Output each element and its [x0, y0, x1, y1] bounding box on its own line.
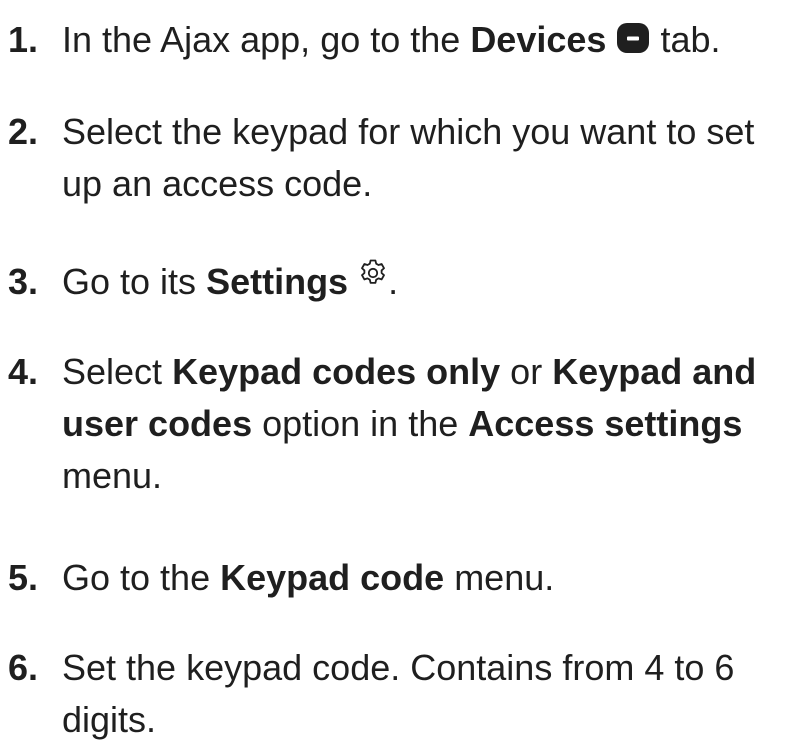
step-text-line: digits.: [62, 699, 157, 740]
step-text: Set the keypad code. Contains from 4 to …: [62, 642, 802, 746]
step-text-part: tab.: [650, 19, 721, 60]
access-settings-menu-name: Access settings: [468, 403, 743, 444]
step-text-line: Select the keypad for which you want to …: [62, 111, 755, 152]
step-text: Select the keypad for which you want to …: [62, 106, 802, 210]
step-text: Go to the Keypad code menu.: [62, 552, 802, 604]
step-number: 6.: [8, 647, 39, 688]
step-number: 2.: [8, 111, 39, 152]
step-number: 5.: [8, 557, 39, 598]
settings-name: Settings: [206, 261, 349, 302]
step-text-line: Set the keypad code. Contains from 4 to …: [62, 647, 735, 688]
step-number: 1.: [8, 19, 39, 60]
step-text-part: option in the: [252, 403, 469, 444]
gear-icon: [361, 259, 385, 284]
step-text-part: menu.: [62, 455, 163, 496]
keypad-code-menu-name: Keypad code: [220, 557, 445, 598]
devices-icon: [617, 23, 650, 53]
step-number: 3.: [8, 261, 39, 302]
option-keypad-and-user-codes: Keypad and: [552, 351, 757, 392]
step-text-line: up an access code.: [62, 163, 373, 204]
step-number: 4.: [8, 351, 39, 392]
step-text-part: Go to the: [62, 557, 221, 598]
step-text: Select Keypad codes only or Keypad and us…: [62, 346, 802, 502]
option-keypad-codes-only: Keypad codes only: [172, 351, 501, 392]
step-text: Go to its Settings .: [62, 256, 802, 308]
step-text-part: Select: [62, 351, 173, 392]
option-keypad-and-user-codes-cont: user codes: [62, 403, 253, 444]
step-text: In the Ajax app, go to the Devices tab.: [62, 14, 802, 66]
step-text-part: menu.: [444, 557, 555, 598]
step-text-part: Go to its: [62, 261, 207, 302]
step-text-part: .: [388, 261, 399, 302]
step-text-part: or: [500, 351, 553, 392]
step-text-part: In the Ajax app, go to the: [62, 19, 471, 60]
devices-tab-name: Devices: [470, 19, 607, 60]
